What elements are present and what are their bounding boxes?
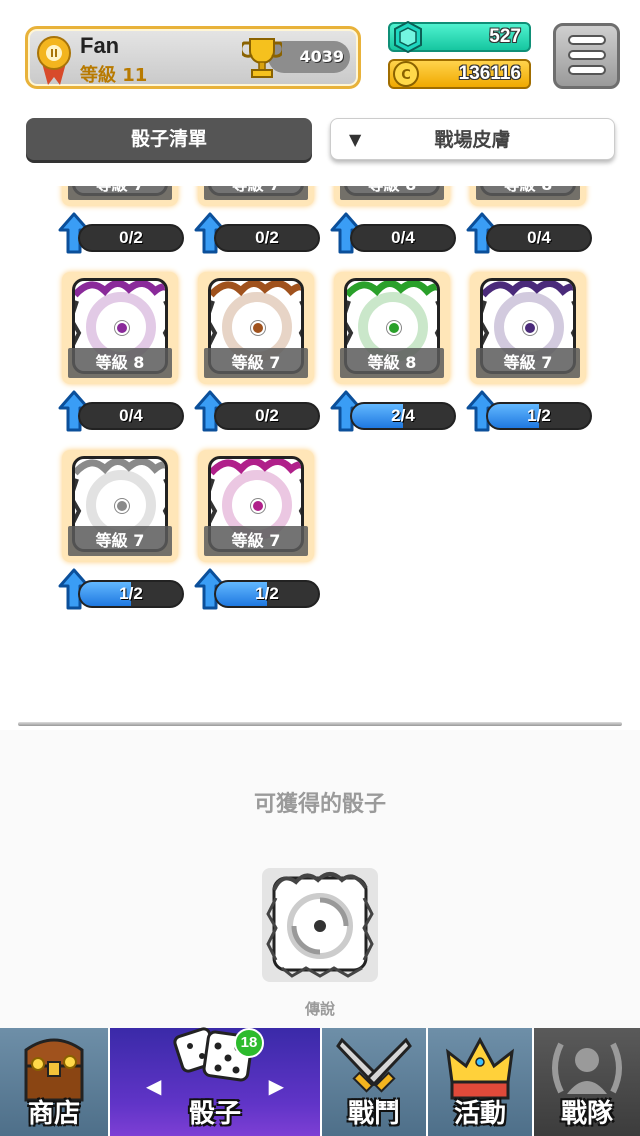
bottom-nav: 商店 ◀ ▶ 18 骰子 戰鬥 活動 戰隊	[0, 1027, 640, 1136]
progress-text: 0/4	[119, 406, 143, 425]
upgrade-progress-bar: 1/2	[486, 402, 592, 430]
gem-count: 527	[489, 26, 521, 47]
new-dice-badge: 18	[234, 1028, 264, 1058]
upgrade-progress-bar: 0/2	[214, 224, 320, 252]
dropdown-arrow-icon: ▼	[349, 130, 362, 149]
dice-pip	[251, 321, 265, 335]
nav-battle-label: 戰鬥	[347, 1099, 400, 1129]
dice-level: 等級 8	[340, 186, 444, 200]
menu-line	[568, 35, 606, 45]
dice-tile: 等級 7	[198, 450, 314, 562]
dice-level: 等級 8	[68, 348, 172, 378]
dice-card[interactable]: 等級 7 0/2	[194, 272, 320, 432]
nav-shop[interactable]: 商店	[0, 1028, 108, 1136]
progress-text: 0/2	[255, 406, 279, 425]
section-divider	[18, 722, 622, 726]
progress-text: 0/4	[391, 228, 415, 247]
dice-collection: 等級 7 0/2 等級 7	[0, 186, 640, 716]
upgrade-progress-bar: 0/4	[350, 224, 456, 252]
dice-pip	[523, 321, 537, 335]
dice-tile: 等級 8	[334, 272, 450, 384]
dice-card[interactable]: 等級 7 1/2	[194, 450, 320, 610]
dice-level: 等級 7	[204, 186, 308, 200]
upgrade-progress-bar: 0/4	[486, 224, 592, 252]
progress-text: 0/2	[255, 228, 279, 247]
dice-tile: 等級 7	[198, 186, 314, 206]
dice-pip	[115, 499, 129, 513]
dice-level: 等級 7	[204, 348, 308, 378]
dice-level: 等級 7	[204, 526, 308, 556]
dice-level: 等級 7	[476, 348, 580, 378]
nav-event-label: 活動	[453, 1099, 506, 1129]
obtainable-title: 可獲得的骰子	[253, 792, 386, 817]
nav-shop-label: 商店	[27, 1099, 80, 1129]
dice-card[interactable]: 等級 7 1/2	[58, 450, 184, 610]
dice-tile: 等級 8	[62, 272, 178, 384]
dice-tile: 等級 7	[62, 186, 178, 206]
nav-clan[interactable]: 戰隊	[534, 1028, 640, 1136]
progress-text: 0/2	[119, 228, 143, 247]
coin-icon: C	[393, 61, 419, 87]
progress-text: 1/2	[527, 406, 551, 425]
dice-level: 等級 7	[68, 526, 172, 556]
progress-text: 1/2	[255, 584, 279, 603]
upgrade-progress-bar: 2/4	[350, 402, 456, 430]
menu-line	[568, 50, 606, 60]
dice-card[interactable]: 等級 7 0/2	[58, 186, 184, 254]
upgrade-progress-bar: 0/2	[214, 402, 320, 430]
dice-pip	[115, 321, 129, 335]
tab-dice-list[interactable]: 骰子清單	[26, 118, 312, 160]
dice-level: 等級 8	[476, 186, 580, 200]
player-name: Fan	[80, 33, 120, 58]
dice-tile: 等級 7	[470, 272, 586, 384]
gem-icon	[394, 21, 422, 53]
dice-tile: 等級 7	[62, 450, 178, 562]
nav-event[interactable]: 活動	[428, 1028, 532, 1136]
obtainable-rarity: 傳說	[304, 1000, 335, 1018]
coin-balance[interactable]: C 136116	[388, 59, 531, 89]
upgrade-progress-bar: 0/2	[78, 224, 184, 252]
nav-battle[interactable]: 戰鬥	[322, 1028, 426, 1136]
progress-text: 2/4	[391, 406, 415, 425]
dice-level: 等級 8	[340, 348, 444, 378]
medal-icon	[37, 36, 71, 85]
upgrade-progress-bar: 0/4	[78, 402, 184, 430]
trophy-count: 4039	[299, 47, 344, 66]
dice-card[interactable]: 等級 7 0/2	[194, 186, 320, 254]
legendary-die-icon	[266, 872, 374, 978]
nav-dice[interactable]: ◀ ▶ 18 骰子	[110, 1027, 320, 1136]
player-profile[interactable]: Fan 等級 11 4039	[25, 26, 361, 89]
dice-level: 等級 7	[68, 186, 172, 200]
dice-pip	[251, 499, 265, 513]
dice-card[interactable]: 等級 8 0/4	[330, 186, 456, 254]
player-level: 等級 11	[80, 65, 148, 86]
trophy-counter: 4039	[242, 38, 350, 78]
svg-text:C: C	[401, 68, 411, 83]
coin-count: 136116	[458, 63, 521, 84]
dice-tile: 等級 8	[334, 186, 450, 206]
progress-text: 0/4	[527, 228, 551, 247]
dice-card[interactable]: 等級 8 0/4	[58, 272, 184, 432]
dice-card[interactable]: 等級 8 0/4	[466, 186, 592, 254]
dice-tile: 等級 8	[470, 186, 586, 206]
tab-battlefield-skins-label: 戰場皮膚	[434, 129, 511, 151]
nav-clan-label: 戰隊	[560, 1099, 613, 1129]
dice-card[interactable]: 等級 8 2/4	[330, 272, 456, 432]
dice-pip	[387, 321, 401, 335]
dice-tile: 等級 7	[198, 272, 314, 384]
progress-text: 1/2	[119, 584, 143, 603]
menu-line	[568, 65, 606, 75]
tab-battlefield-skins[interactable]: ▼ 戰場皮膚	[330, 118, 615, 160]
trophy-icon	[242, 38, 282, 78]
dice-card[interactable]: 等級 7 1/2	[466, 272, 592, 432]
top-bar: Fan 等級 11 4039 527 C 136116	[0, 0, 640, 110]
upgrade-progress-bar: 1/2	[214, 580, 320, 608]
obtainable-die[interactable]	[262, 868, 378, 982]
menu-button[interactable]	[553, 23, 620, 89]
gem-balance[interactable]: 527	[388, 21, 531, 53]
nav-dice-label: 骰子	[188, 1099, 241, 1129]
upgrade-progress-bar: 1/2	[78, 580, 184, 608]
